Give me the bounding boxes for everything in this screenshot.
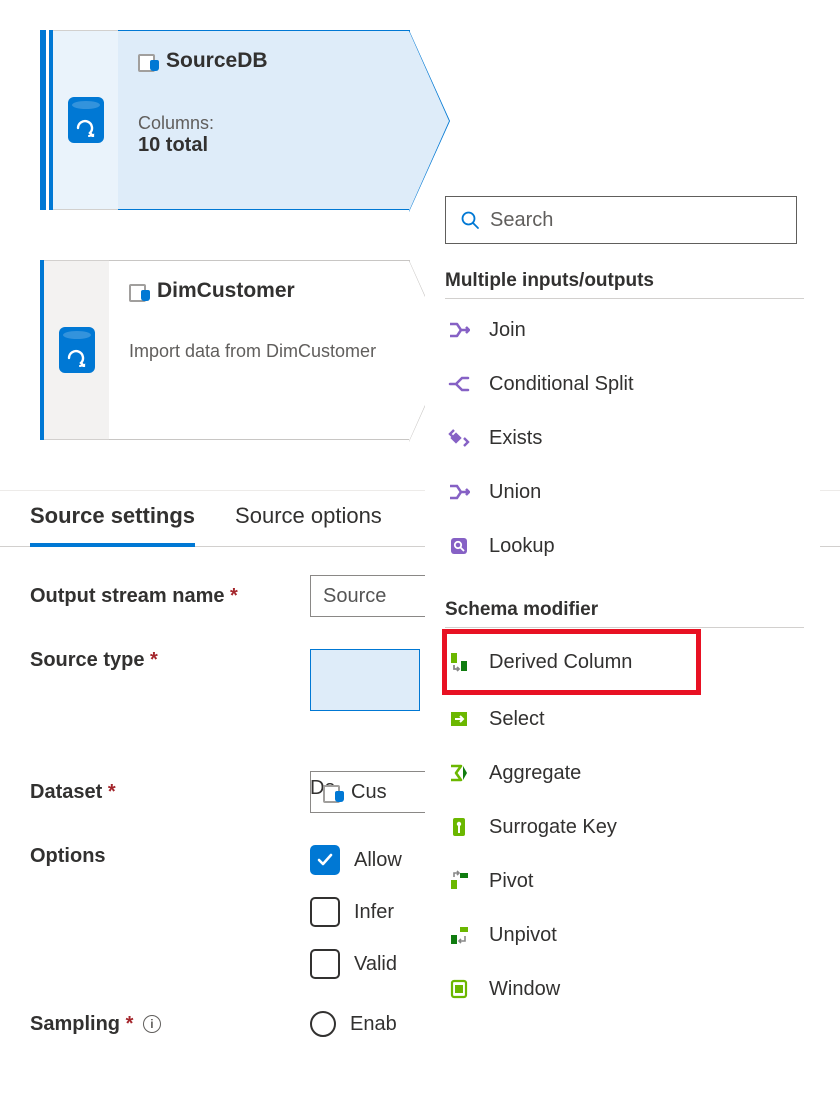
item-union[interactable]: Union (445, 465, 804, 519)
checkbox-icon (310, 845, 340, 875)
dataset-icon (129, 282, 149, 300)
checkbox-icon (310, 897, 340, 927)
node-title: SourceDB (166, 49, 268, 73)
lookup-icon (447, 534, 471, 558)
transform-picker-popup: Search Multiple inputs/outputs Join Cond… (425, 186, 820, 1106)
radio-icon (310, 1011, 336, 1037)
node-dimcustomer[interactable]: DimCustomer Import data from DimCustomer… (40, 260, 410, 440)
split-icon (447, 372, 471, 396)
sampling-enable[interactable]: Enab (310, 1011, 397, 1037)
tab-source-settings[interactable]: Source settings (30, 503, 195, 547)
sampling-label: Sampling * i (30, 1013, 280, 1036)
item-window[interactable]: Window (445, 962, 804, 1016)
options-label: Options (30, 845, 280, 868)
node-title: DimCustomer (157, 279, 295, 303)
dataset-icon (323, 783, 343, 801)
node-handle[interactable] (44, 260, 109, 440)
source-type-label: Source type * (30, 649, 280, 672)
item-unpivot[interactable]: Unpivot (445, 908, 804, 962)
item-derived-column[interactable]: Derived Column (445, 632, 698, 692)
exists-icon (447, 426, 471, 450)
output-stream-label: Output stream name * (30, 585, 280, 608)
database-icon (59, 327, 95, 373)
tab-source-options[interactable]: Source options (235, 503, 382, 546)
checkbox-icon (310, 949, 340, 979)
node-handle[interactable] (53, 30, 118, 210)
source-type-tile[interactable] (310, 649, 420, 711)
item-join[interactable]: Join (445, 303, 804, 357)
item-lookup[interactable]: Lookup (445, 519, 804, 573)
window-icon (447, 977, 471, 1001)
aggregate-icon (447, 761, 471, 785)
option-valid[interactable]: Valid (310, 949, 402, 979)
item-surrogate-key[interactable]: Surrogate Key (445, 800, 804, 854)
item-conditional-split[interactable]: Conditional Split (445, 357, 804, 411)
columns-total: 10 total (138, 134, 389, 157)
section-multi-header: Multiple inputs/outputs (445, 270, 804, 292)
dataset-icon (138, 52, 158, 70)
option-infer[interactable]: Infer (310, 897, 402, 927)
union-icon (447, 480, 471, 504)
info-icon[interactable]: i (143, 1015, 161, 1033)
surrogate-key-icon (447, 815, 471, 839)
node-description: Import data from DimCustomer (129, 341, 389, 362)
item-exists[interactable]: Exists (445, 411, 804, 465)
select-icon (447, 707, 471, 731)
item-pivot[interactable]: Pivot (445, 854, 804, 908)
node-sourcedb[interactable]: SourceDB Columns: 10 total + (40, 30, 410, 210)
columns-label: Columns: (138, 113, 389, 134)
join-icon (447, 318, 471, 342)
section-schema-header: Schema modifier (445, 599, 804, 621)
search-input[interactable]: Search (445, 196, 797, 244)
search-placeholder: Search (490, 209, 553, 232)
pivot-icon (447, 869, 471, 893)
item-aggregate[interactable]: Aggregate (445, 746, 804, 800)
search-icon (460, 210, 480, 230)
option-allow[interactable]: Allow (310, 845, 402, 875)
unpivot-icon (447, 923, 471, 947)
derived-column-icon (447, 650, 471, 674)
dataset-label: Dataset * (30, 781, 280, 804)
item-select[interactable]: Select (445, 692, 804, 746)
database-icon (68, 97, 104, 143)
